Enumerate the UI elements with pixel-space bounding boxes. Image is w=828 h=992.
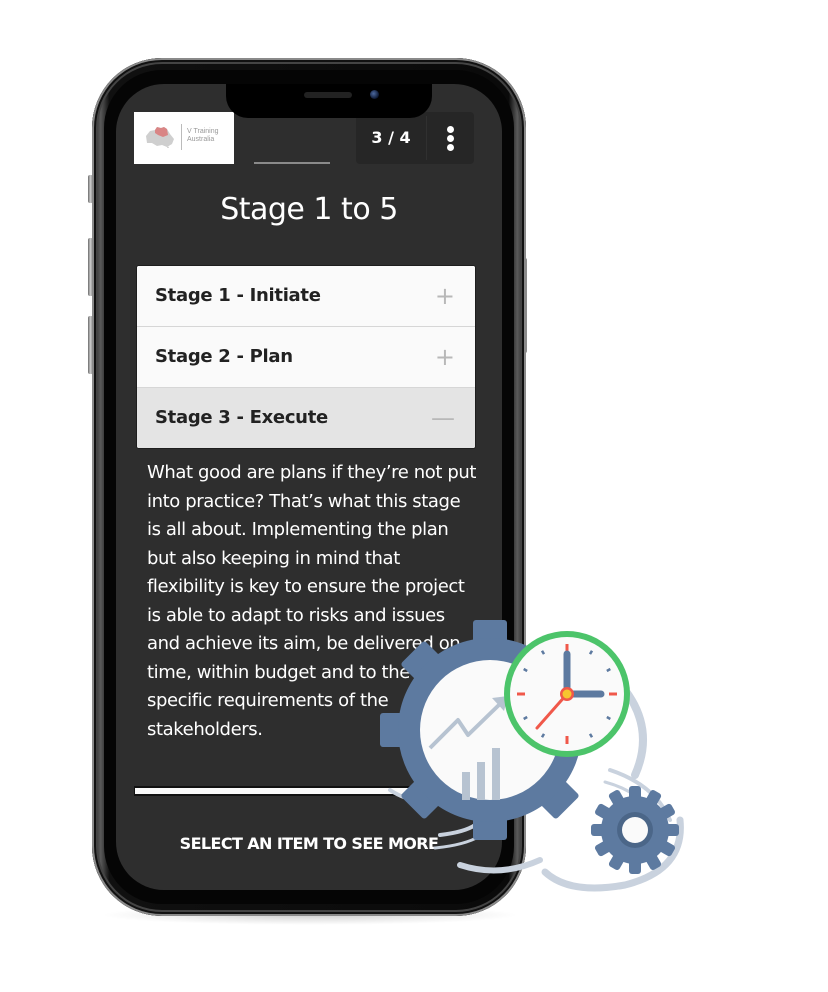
front-camera	[370, 90, 379, 99]
accordion-item-stage-2[interactable]: Stage 2 - Plan +	[137, 327, 475, 388]
clock-tick	[588, 650, 594, 655]
page-navigator: 3 / 4	[356, 112, 474, 164]
speaker-grille	[304, 92, 352, 98]
accordion-item-stage-1[interactable]: Stage 1 - Initiate +	[137, 266, 475, 327]
australia-map-icon	[146, 127, 174, 148]
phone-notch	[226, 84, 432, 118]
logo-text: V Training Australia	[187, 128, 219, 143]
logo-divider	[181, 124, 182, 150]
clock-tick	[523, 715, 528, 721]
clock-tick	[540, 650, 546, 655]
stage-accordion: Stage 1 - Initiate + Stage 2 - Plan + St…	[136, 265, 476, 449]
brand-logo[interactable]: V Training Australia	[134, 112, 234, 164]
clock-tick	[540, 733, 546, 738]
clock-tick	[523, 667, 528, 673]
accordion-item-stage-3[interactable]: Stage 3 - Execute —	[137, 388, 475, 448]
accordion-item-label: Stage 1 - Initiate	[155, 285, 321, 306]
tab-indicator	[254, 162, 330, 164]
accordion-item-label: Stage 3 - Execute	[155, 407, 328, 428]
plus-icon: +	[434, 343, 455, 371]
more-menu-button[interactable]	[427, 112, 474, 164]
accordion-item-label: Stage 2 - Plan	[155, 346, 293, 367]
page-counter: 3 / 4	[371, 128, 411, 147]
minus-icon: —	[431, 404, 455, 432]
clock-icon	[504, 631, 630, 757]
plus-icon: +	[434, 282, 455, 310]
clock-tick	[606, 715, 611, 721]
clock-tick	[606, 667, 611, 673]
clock-tick	[588, 733, 594, 738]
productivity-illustration	[380, 620, 684, 892]
page-title: Stage 1 to 5	[220, 192, 398, 227]
